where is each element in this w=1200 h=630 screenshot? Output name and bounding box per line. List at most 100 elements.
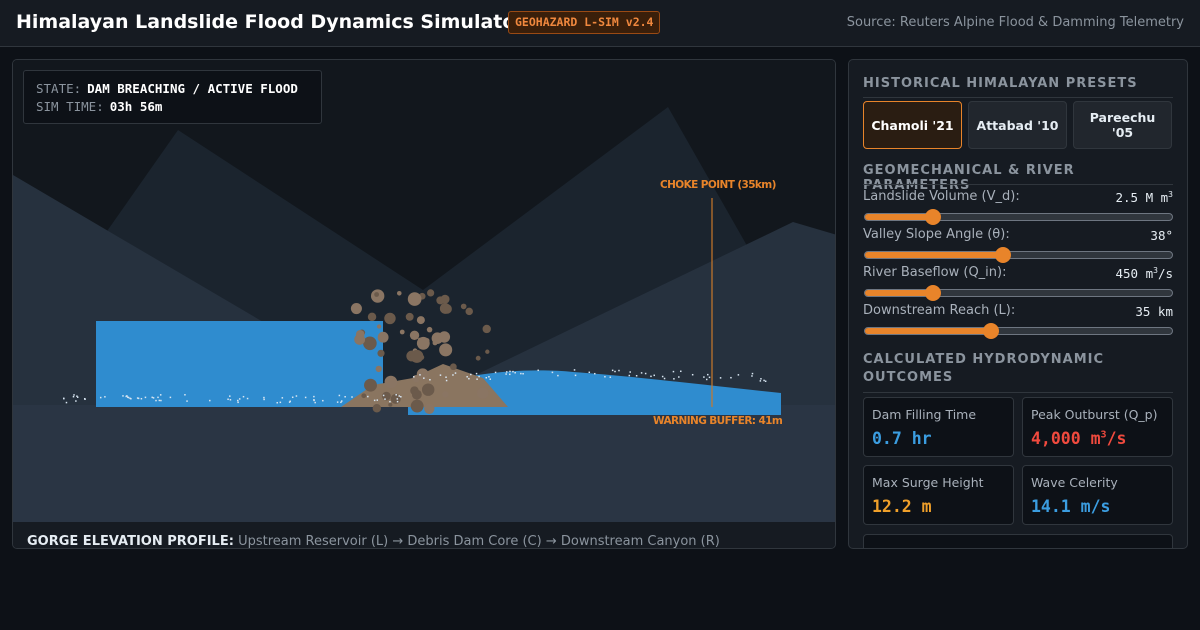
preset-button[interactable]: Pareechu '05 [1073, 101, 1172, 149]
spray-particle [764, 380, 767, 383]
parameter-label: River Baseflow (Q_in): [863, 265, 1007, 280]
spray-particle [604, 375, 606, 378]
debris-rock [432, 340, 438, 346]
extra-outcome-card [863, 534, 1173, 548]
divider [863, 184, 1173, 185]
spray-particle [314, 401, 316, 404]
spray-particle [160, 399, 162, 402]
slider-thumb[interactable] [995, 247, 1012, 263]
spray-particle [122, 395, 124, 397]
spray-particle [159, 394, 162, 396]
spray-particle [238, 398, 241, 400]
spray-particle [505, 373, 507, 375]
spray-particle [140, 397, 143, 400]
simulation-viewport: CHOKE POINT (35km) WARNING BUFFER: 41m S… [12, 59, 836, 549]
spray-particle [673, 378, 675, 380]
spray-particle [126, 395, 128, 397]
upstream-reservoir [96, 321, 383, 407]
outcome-unit-suffix: /s [1106, 429, 1127, 448]
outcome-value: 14.1 m/s [1031, 497, 1110, 516]
debris-rock [465, 307, 473, 316]
spray-particle [237, 399, 239, 402]
spray-particle [678, 376, 680, 378]
spray-particle [338, 394, 341, 397]
parameter-value-text: 38° [1150, 228, 1173, 243]
debris-rock [482, 324, 491, 334]
spray-particle [246, 397, 249, 400]
presets-title: HISTORICAL HIMALAYAN PRESETS [863, 76, 1138, 91]
spray-particle [452, 374, 454, 376]
spray-particle [313, 395, 315, 398]
preset-button[interactable]: Attabad '10 [968, 101, 1067, 149]
debris-rock [376, 324, 382, 329]
outcome-card: Dam Filling Time 0.7 hr [863, 397, 1014, 457]
spray-particle [454, 372, 457, 374]
parameter-slider[interactable] [864, 323, 1173, 339]
spray-particle [512, 370, 514, 373]
spray-particle [281, 397, 284, 399]
parameter-label: Downstream Reach (L): [863, 303, 1016, 318]
spray-particle [618, 369, 620, 372]
parameter-slider[interactable] [864, 209, 1173, 225]
parameter-slider[interactable] [864, 247, 1173, 263]
spray-particle [419, 374, 421, 376]
debris-rock [416, 368, 429, 381]
spray-particle [650, 375, 652, 378]
spray-particle [344, 395, 346, 398]
spray-particle [227, 398, 229, 401]
spray-particle [672, 370, 675, 373]
spray-particle [341, 400, 343, 402]
debris-rock [416, 336, 430, 350]
spray-particle [295, 395, 298, 397]
spray-particle [367, 395, 369, 398]
spray-particle [594, 372, 596, 375]
spray-particle [263, 396, 265, 399]
slider-thumb[interactable] [924, 209, 941, 225]
spray-particle [730, 376, 732, 379]
preset-button[interactable]: Chamoli '21 [863, 101, 962, 149]
debris-rock [426, 326, 433, 333]
outcome-label: Wave Celerity [1031, 475, 1118, 490]
debris-rock [411, 389, 422, 400]
spray-particle [63, 397, 65, 400]
spray-particle [389, 400, 391, 403]
debris-rock [475, 355, 481, 361]
spray-particle [494, 371, 497, 374]
slider-thumb[interactable] [982, 323, 999, 339]
spray-particle [73, 394, 75, 396]
spray-particle [537, 369, 539, 372]
spray-particle [104, 396, 106, 398]
spray-particle [288, 401, 291, 403]
outcome-value: 12.2 m [872, 497, 932, 516]
spray-particle [751, 372, 754, 375]
debris-rock [384, 375, 398, 389]
profile-caption-bar: GORGE ELEVATION PROFILE: Upstream Reserv… [13, 522, 835, 549]
spray-particle [557, 374, 559, 377]
spray-particle [505, 371, 508, 373]
spray-particle [276, 401, 278, 404]
slider-thumb[interactable] [924, 285, 941, 301]
spray-particle [708, 376, 711, 379]
spray-particle [384, 398, 386, 400]
spray-particle [186, 400, 188, 402]
outcome-value-text: 0.7 hr [872, 429, 932, 448]
spray-particle [351, 396, 353, 398]
debris-rock [372, 404, 382, 413]
slider-fill [865, 290, 933, 296]
parameter-slider[interactable] [864, 285, 1173, 301]
time-line: SIM TIME: 03h 56m [36, 99, 162, 114]
parameter-label: Landslide Volume (V_d): [863, 189, 1020, 204]
spray-particle [158, 399, 161, 402]
spray-particle [65, 401, 68, 404]
spray-particle [169, 396, 172, 399]
spray-particle [395, 394, 397, 396]
spray-particle [137, 397, 140, 400]
debris-rock [438, 331, 451, 343]
debris-rock [442, 391, 449, 398]
outcome-value-text: 4,000 m [1031, 429, 1101, 448]
state-key: STATE: [36, 81, 82, 96]
spray-particle [485, 376, 488, 379]
profile-description: Upstream Reservoir (L) → Debris Dam Core… [238, 534, 720, 549]
spray-particle [680, 370, 682, 373]
state-value: DAM BREACHING / ACTIVE FLOOD [87, 81, 298, 96]
